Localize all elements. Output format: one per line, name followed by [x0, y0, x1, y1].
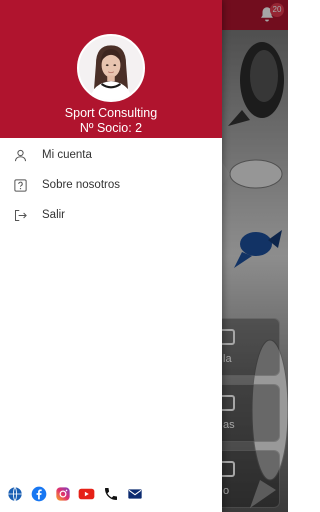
navigation-drawer: Sport Consulting Nº Socio: 2 Mi cuenta S… [0, 0, 222, 512]
menu-item-label: Mi cuenta [42, 149, 92, 161]
logout-icon [12, 207, 28, 223]
instagram-icon[interactable] [54, 486, 71, 503]
social-links [6, 485, 150, 503]
user-photo [79, 36, 143, 100]
member-number: Nº Socio: 2 [79, 121, 143, 135]
drawer-scrim[interactable] [222, 0, 288, 512]
user-icon [12, 147, 28, 163]
user-name: Sport Consulting [64, 106, 158, 120]
menu-item-mi-cuenta[interactable]: Mi cuenta [0, 140, 222, 170]
menu-item-salir[interactable]: Salir [0, 200, 222, 230]
drawer-menu: Mi cuenta Sobre nosotros Salir [0, 140, 222, 230]
avatar[interactable] [77, 34, 145, 102]
menu-item-label: Salir [42, 209, 66, 221]
globe-icon[interactable] [6, 486, 23, 503]
mail-icon[interactable] [126, 486, 143, 503]
phone-icon[interactable] [102, 486, 119, 503]
question-icon [12, 177, 28, 193]
menu-item-sobre-nosotros[interactable]: Sobre nosotros [0, 170, 222, 200]
menu-item-label: Sobre nosotros [42, 179, 120, 191]
youtube-icon[interactable] [78, 486, 95, 503]
facebook-icon[interactable] [30, 486, 47, 503]
drawer-header: Sport Consulting Nº Socio: 2 [0, 0, 222, 138]
